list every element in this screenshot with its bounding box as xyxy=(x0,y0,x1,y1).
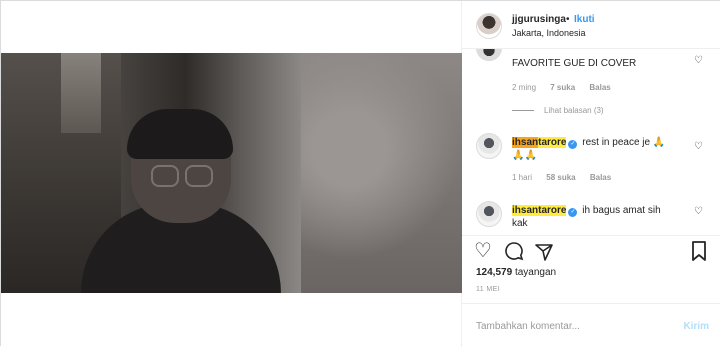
post-side-panel: jjgurusinga • Ikuti Jakarta, Indonesia F… xyxy=(462,1,720,347)
replies-line xyxy=(512,110,534,112)
username-highlight: ihsan xyxy=(512,205,539,216)
view-replies-button[interactable]: Lihat balasan (3) xyxy=(512,106,604,115)
comment-reply-button[interactable]: Balas xyxy=(590,173,611,182)
author-avatar[interactable] xyxy=(476,13,502,39)
comment-text-line2: 🙏🙏 xyxy=(512,150,537,161)
media-panel xyxy=(1,1,462,347)
follow-button[interactable]: Ikuti xyxy=(574,14,595,25)
video-person-hair xyxy=(127,109,233,159)
comment-meta: 2 ming 7 suka Balas xyxy=(512,83,623,92)
views-count[interactable]: 124,579 tayangan xyxy=(476,267,556,278)
comment-reply-button[interactable]: Balas xyxy=(589,83,610,92)
post-location[interactable]: Jakarta, Indonesia xyxy=(512,28,586,38)
post-header: jjgurusinga • Ikuti Jakarta, Indonesia xyxy=(462,1,720,49)
comments-list[interactable]: FAVORITE GUE DI COVER ♡ 2 ming 7 suka Ba… xyxy=(462,49,720,235)
comment-like-icon[interactable]: ♡ xyxy=(694,141,703,152)
comment-like-icon[interactable]: ♡ xyxy=(694,55,703,66)
post-actions-bar: ♡ xyxy=(462,235,720,269)
view-replies-label: Lihat balasan (3) xyxy=(544,106,604,115)
comment-body: ihsantarore ✓ rest in peace je 🙏 🙏🙏 xyxy=(512,136,665,162)
comment-text-line2: kak xyxy=(512,218,528,229)
post-modal: jjgurusinga • Ikuti Jakarta, Indonesia F… xyxy=(0,0,720,347)
comment-username[interactable]: ihsantarore xyxy=(512,205,567,216)
comment-icon[interactable] xyxy=(504,240,524,267)
views-number: 124,579 xyxy=(476,267,513,278)
comment-text: ih bagus amat sih xyxy=(582,205,661,216)
comment-avatar[interactable] xyxy=(476,133,502,159)
comment-avatar[interactable] xyxy=(476,49,502,61)
post-comment-button[interactable]: Kirim xyxy=(683,321,709,332)
comment-username[interactable]: ihsantarore xyxy=(512,137,567,148)
video-background-light xyxy=(61,53,101,133)
add-comment-bar: Kirim xyxy=(462,303,720,347)
comment-body: ihsantarore ✓ ih bagus amat sih kak xyxy=(512,204,661,230)
verified-badge-icon: ✓ xyxy=(568,208,578,217)
heart-icon[interactable]: ♡ xyxy=(474,240,492,262)
comment-time[interactable]: 1 hari xyxy=(512,173,532,182)
comment-text: FAVORITE GUE DI COVER xyxy=(512,58,637,69)
comment-text: rest in peace je 🙏 xyxy=(582,137,666,148)
video-glasses-right xyxy=(185,165,213,187)
comment-meta: 1 hari 58 suka Balas xyxy=(512,173,623,182)
video-player[interactable] xyxy=(1,53,462,293)
add-comment-input[interactable] xyxy=(476,316,656,336)
video-glasses-left xyxy=(151,165,179,187)
views-label: tayangan xyxy=(514,267,557,278)
comment-time[interactable]: 2 ming xyxy=(512,83,536,92)
bookmark-icon[interactable] xyxy=(691,240,707,267)
share-icon[interactable] xyxy=(534,240,554,267)
verified-badge-icon: ✓ xyxy=(568,140,578,149)
username-rest: tarore xyxy=(538,137,567,148)
comment-avatar[interactable] xyxy=(476,201,502,227)
username-rest: tarore xyxy=(538,205,567,216)
comment-like-icon[interactable]: ♡ xyxy=(694,206,703,217)
header-separator: • xyxy=(566,14,570,25)
comment-likes[interactable]: 7 suka xyxy=(550,83,575,92)
username-highlight: ihsan xyxy=(512,137,539,148)
author-username[interactable]: jjgurusinga xyxy=(512,14,566,25)
video-background-wall xyxy=(301,53,462,293)
comment-likes[interactable]: 58 suka xyxy=(546,173,575,182)
post-date[interactable]: 11 MEI xyxy=(476,286,500,293)
